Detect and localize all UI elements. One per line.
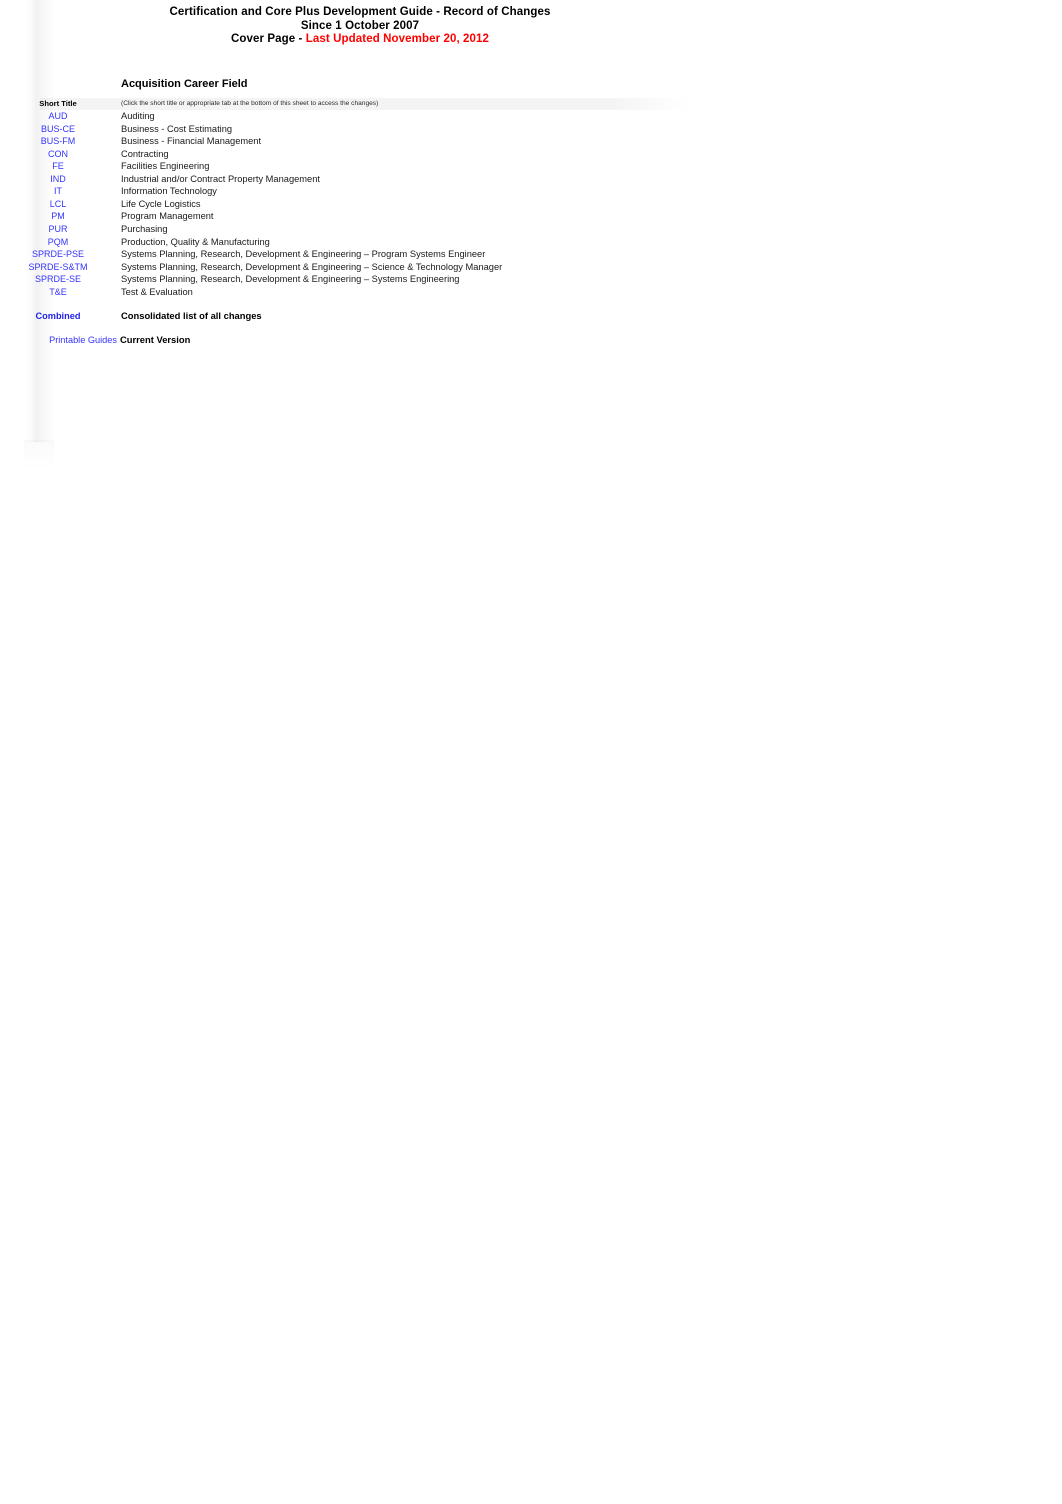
- combined-description: Consolidated list of all changes: [121, 309, 262, 321]
- table-row[interactable]: IND Industrial and/or Contract Property …: [0, 173, 720, 187]
- table-row[interactable]: SPRDE-SE Systems Planning, Research, Dev…: [0, 273, 720, 286]
- table-row-combined[interactable]: Combined Consolidated list of all change…: [0, 310, 720, 323]
- table-row[interactable]: PQM Production, Quality & Manufacturing: [0, 236, 720, 249]
- table-row[interactable]: SPRDE-S&TM Systems Planning, Research, D…: [0, 261, 720, 274]
- career-field-name: Systems Planning, Research, Development …: [121, 274, 460, 285]
- printable-guides-description: Current Version: [120, 334, 191, 346]
- table-row[interactable]: T&E Test & Evaluation: [0, 286, 720, 299]
- short-title-link-bus-ce[interactable]: BUS-CE: [0, 123, 117, 136]
- title-line-2: Since 1 October 2007: [300, 19, 420, 32]
- career-field-name: Systems Planning, Research, Development …: [121, 261, 503, 272]
- cover-page-label: Cover Page -: [230, 33, 306, 46]
- table-row-printable-guides[interactable]: Printable Guides Current Version: [0, 334, 720, 347]
- career-field-table-body: Short Title (Click the short title or ap…: [0, 98, 720, 347]
- table-spacer-row: [0, 322, 720, 334]
- career-field-name: Facilities Engineering: [121, 161, 210, 172]
- career-field-name: Business - Cost Estimating: [121, 123, 233, 134]
- short-title-link-ind[interactable]: IND: [0, 173, 117, 187]
- spacer-cell: [117, 322, 720, 334]
- short-title-link-pqm[interactable]: PQM: [0, 236, 117, 249]
- table-header-row: Short Title (Click the short title or ap…: [0, 98, 720, 110]
- table-spacer-row: [0, 299, 720, 310]
- table-row[interactable]: IT Information Technology: [0, 186, 720, 197]
- career-field-name: Business - Financial Management: [121, 136, 262, 147]
- short-title-link-sprde-se[interactable]: SPRDE-SE: [0, 273, 117, 286]
- table-row[interactable]: PM Program Management: [0, 210, 720, 223]
- short-title-link-it[interactable]: IT: [0, 186, 117, 197]
- career-field-name: Contracting: [121, 148, 169, 159]
- table-row[interactable]: CON Contracting: [0, 148, 720, 162]
- short-title-link-sprde-stm[interactable]: SPRDE-S&TM: [0, 261, 117, 274]
- career-field-name: Program Management: [121, 211, 214, 222]
- last-updated-label: Last Updated November 20, 2012: [305, 33, 490, 46]
- column-header-short-title: Short Title: [39, 99, 77, 108]
- career-field-name: Information Technology: [121, 186, 217, 197]
- career-field-name: Systems Planning, Research, Development …: [121, 249, 486, 260]
- table-row[interactable]: LCL Life Cycle Logistics: [0, 198, 720, 211]
- short-title-link-bus-fm[interactable]: BUS-FM: [0, 135, 117, 148]
- table-row[interactable]: FE Facilities Engineering: [0, 161, 720, 172]
- spacer-cell: [117, 299, 720, 310]
- short-title-link-pur[interactable]: PUR: [0, 223, 117, 236]
- table-row[interactable]: PUR Purchasing: [0, 223, 720, 236]
- career-field-name: Purchasing: [121, 223, 168, 234]
- spacer-cell: [0, 322, 117, 334]
- document-title-block: Certification and Core Plus Development …: [0, 6, 720, 47]
- title-line-1: Certification and Core Plus Development …: [169, 6, 551, 18]
- short-title-link-aud[interactable]: AUD: [0, 110, 117, 123]
- career-field-name: Test & Evaluation: [121, 286, 193, 297]
- short-title-link-te[interactable]: T&E: [0, 286, 117, 299]
- career-field-name: Auditing: [121, 111, 155, 121]
- short-title-link-combined[interactable]: Combined: [0, 310, 117, 323]
- title-line-3: Cover Page - Last Updated November 20, 2…: [0, 33, 720, 47]
- short-title-link-pm[interactable]: PM: [0, 210, 117, 223]
- short-title-link-fe[interactable]: FE: [0, 161, 117, 172]
- short-title-link-con[interactable]: CON: [0, 148, 117, 162]
- worksheet-cover-page: Certification and Core Plus Development …: [0, 0, 1062, 1504]
- career-field-name: Production, Quality & Manufacturing: [121, 236, 270, 247]
- table-row[interactable]: SPRDE-PSE Systems Planning, Research, De…: [0, 248, 720, 261]
- table-row[interactable]: BUS-FM Business - Financial Management: [0, 135, 720, 148]
- short-title-link-printable-guides[interactable]: Printable Guides: [0, 334, 117, 347]
- career-field-name: Industrial and/or Contract Property Mana…: [121, 173, 320, 184]
- table-row[interactable]: BUS-CE Business - Cost Estimating: [0, 123, 720, 136]
- short-title-link-lcl[interactable]: LCL: [0, 198, 117, 211]
- column-header-note: (Click the short title or appropriate ta…: [121, 100, 379, 107]
- career-field-name: Life Cycle Logistics: [121, 198, 201, 209]
- career-field-table: Short Title (Click the short title or ap…: [0, 98, 720, 347]
- section-heading-acquisition-career-field: Acquisition Career Field: [121, 78, 248, 90]
- short-title-link-sprde-pse[interactable]: SPRDE-PSE: [0, 248, 117, 261]
- spacer-cell: [0, 299, 117, 310]
- table-row[interactable]: AUD Auditing: [0, 110, 720, 123]
